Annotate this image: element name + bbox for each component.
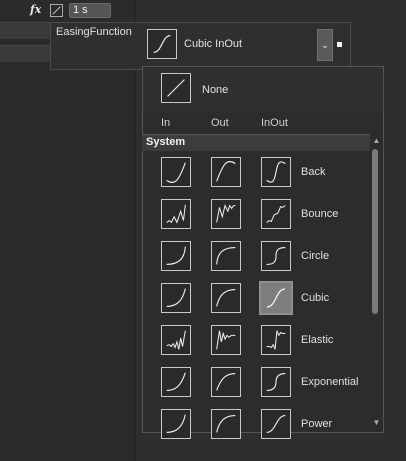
chevron-down-icon[interactable]: ⌄	[317, 29, 333, 61]
fx-icon[interactable]: fx	[30, 3, 44, 16]
cubic-label[interactable]: Cubic	[301, 292, 329, 304]
circle-out-curve-icon[interactable]	[211, 241, 241, 271]
selected-easing-label[interactable]: Cubic InOut	[184, 38, 242, 50]
exponential-label[interactable]: Exponential	[301, 376, 359, 388]
elastic-label[interactable]: Elastic	[301, 334, 333, 346]
cubic-inout-curve-icon[interactable]	[147, 29, 177, 59]
linear-curve-icon[interactable]	[161, 73, 191, 103]
bounce-in-curve-icon[interactable]	[161, 199, 191, 229]
circle-in-curve-icon[interactable]	[161, 241, 191, 271]
circle-label[interactable]: Circle	[301, 250, 329, 262]
cubic-out-curve-icon[interactable]	[211, 283, 241, 313]
scrollbar-thumb[interactable]	[372, 149, 378, 314]
cubic-inout-curve-icon-selected[interactable]	[259, 281, 293, 315]
column-header-out: Out	[211, 117, 229, 129]
power-out-curve-icon[interactable]	[211, 409, 241, 439]
easing-function-label: EasingFunction	[56, 26, 132, 38]
back-in-curve-icon[interactable]	[161, 157, 191, 187]
column-header-in: In	[161, 117, 171, 129]
elastic-inout-curve-icon[interactable]	[261, 325, 291, 355]
exponential-in-curve-icon[interactable]	[161, 367, 191, 397]
property-row-band	[0, 45, 50, 62]
back-label[interactable]: Back	[301, 166, 325, 178]
back-inout-curve-icon[interactable]	[261, 157, 291, 187]
scroll-down-icon[interactable]: ▼	[371, 418, 382, 428]
back-out-curve-icon[interactable]	[211, 157, 241, 187]
bounce-out-curve-icon[interactable]	[211, 199, 241, 229]
power-label[interactable]: Power	[301, 418, 332, 430]
column-header-inout: InOut	[261, 117, 288, 129]
section-header-system: System	[142, 134, 370, 151]
duration-field[interactable]: 1 s	[69, 3, 111, 18]
scroll-up-icon[interactable]: ▲	[371, 136, 382, 146]
cubic-in-curve-icon[interactable]	[161, 283, 191, 313]
power-in-curve-icon[interactable]	[161, 409, 191, 439]
power-inout-curve-icon[interactable]	[261, 409, 291, 439]
exponential-inout-curve-icon[interactable]	[261, 367, 291, 397]
property-row-band	[0, 22, 50, 39]
exponential-out-curve-icon[interactable]	[211, 367, 241, 397]
circle-inout-curve-icon[interactable]	[261, 241, 291, 271]
linear-curve-icon[interactable]	[50, 4, 63, 17]
none-option-label[interactable]: None	[202, 84, 228, 96]
advanced-options-marker[interactable]	[337, 42, 342, 47]
elastic-out-curve-icon[interactable]	[211, 325, 241, 355]
elastic-in-curve-icon[interactable]	[161, 325, 191, 355]
bounce-inout-curve-icon[interactable]	[261, 199, 291, 229]
bounce-label[interactable]: Bounce	[301, 208, 338, 220]
